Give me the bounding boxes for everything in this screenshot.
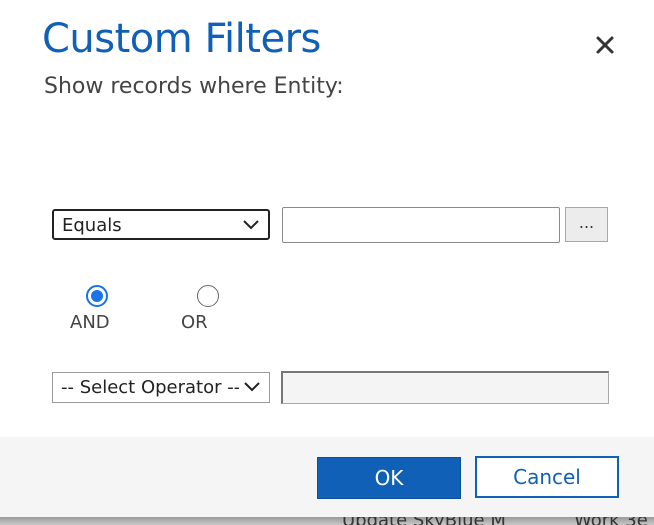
background-grid-text: Update SkyBlue M	[342, 517, 506, 525]
dialog-title: Custom Filters	[42, 16, 321, 62]
custom-filters-dialog: Custom Filters Show records where Entity…	[0, 0, 654, 525]
lookup-button[interactable]: ...	[565, 207, 608, 242]
operator-select-2[interactable]: -- Select Operator --	[52, 372, 270, 403]
close-icon	[596, 36, 614, 54]
background-grid-text: Work 3e	[574, 517, 648, 525]
background-page-clip: Update SkyBlue M Work 3e	[0, 517, 654, 525]
chevron-down-icon	[244, 382, 260, 392]
cancel-button[interactable]: Cancel	[475, 456, 619, 498]
chevron-down-icon	[243, 220, 259, 230]
radio-and-selected-dot	[91, 290, 103, 302]
operator-select-2-value: -- Select Operator --	[61, 377, 239, 398]
radio-and[interactable]	[86, 285, 108, 307]
ok-button[interactable]: OK	[317, 457, 461, 499]
operator-select-1-value: Equals	[62, 215, 122, 236]
filter-value-input-2[interactable]	[281, 371, 609, 404]
radio-or[interactable]	[197, 285, 219, 307]
filter-value-input-1[interactable]	[282, 207, 560, 243]
radio-and-label: AND	[70, 312, 110, 333]
close-button[interactable]	[590, 30, 620, 60]
radio-or-label: OR	[181, 312, 208, 333]
operator-select-1[interactable]: Equals	[52, 209, 270, 240]
dialog-subtitle: Show records where Entity:	[44, 74, 344, 99]
